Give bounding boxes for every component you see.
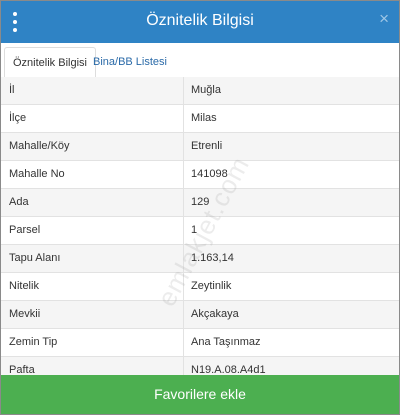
row-value: 1.163,14: [191, 252, 234, 264]
cell-divider: [183, 329, 184, 356]
tab-bar: Öznitelik Bilgisi Bina/BB Listesi: [1, 43, 399, 78]
row-value: Zeytinlik: [191, 280, 232, 292]
cell-divider: [183, 189, 184, 216]
row-label: Tapu Alanı: [9, 252, 61, 264]
cell-divider: [183, 217, 184, 244]
row-label: Mahalle No: [9, 168, 65, 180]
tab-attribute-info[interactable]: Öznitelik Bilgisi: [4, 47, 96, 78]
dialog-title: Öznitelik Bilgisi: [146, 12, 254, 29]
row-label: Nitelik: [9, 280, 39, 292]
row-label: İlçe: [9, 112, 27, 124]
table-row: Mahalle/Köy Etrenli: [1, 133, 399, 161]
row-value: Etrenli: [191, 140, 223, 152]
row-label: Mahalle/Köy: [9, 140, 70, 152]
row-label: Zemin Tip: [9, 336, 58, 348]
cell-divider: [183, 161, 184, 188]
table-row: Ada 129: [1, 189, 399, 217]
attribute-dialog: Öznitelik Bilgisi × Öznitelik Bilgisi Bi…: [0, 0, 400, 415]
table-row: Zemin Tip Ana Taşınmaz: [1, 329, 399, 357]
dialog-header: Öznitelik Bilgisi ×: [1, 1, 399, 43]
cell-divider: [183, 105, 184, 132]
cell-divider: [183, 245, 184, 272]
row-value: Akçakaya: [191, 308, 239, 320]
cell-divider: [183, 301, 184, 328]
cell-divider: [183, 273, 184, 300]
row-value: Milas: [191, 112, 217, 124]
row-label: Ada: [9, 196, 29, 208]
row-value: 129: [191, 196, 210, 208]
table-row: Mevkii Akçakaya: [1, 301, 399, 329]
row-value: Muğla: [191, 84, 221, 96]
table-row: İlçe Milas: [1, 105, 399, 133]
row-label: Mevkii: [9, 308, 41, 320]
table-row: Parsel 1: [1, 217, 399, 245]
cell-divider: [183, 133, 184, 160]
close-icon[interactable]: ×: [379, 10, 389, 27]
table-row: Mahalle No 141098: [1, 161, 399, 189]
row-value: 1: [191, 224, 198, 236]
cell-divider: [183, 77, 184, 104]
table-row: Tapu Alanı 1.163,14: [1, 245, 399, 273]
row-value: 141098: [191, 168, 228, 180]
table-row: İl Muğla: [1, 77, 399, 105]
row-value: Ana Taşınmaz: [191, 336, 261, 348]
row-label: Parsel: [9, 224, 41, 236]
row-label: İl: [9, 84, 15, 96]
tab-building-list[interactable]: Bina/BB Listesi: [85, 47, 175, 77]
attribute-table: İl Muğla İlçe Milas Mahalle/Köy Etrenli Mahall…: [1, 77, 399, 385]
table-row: Nitelik Zeytinlik: [1, 273, 399, 301]
add-to-favorites-button[interactable]: Favorilere ekle: [1, 375, 399, 414]
